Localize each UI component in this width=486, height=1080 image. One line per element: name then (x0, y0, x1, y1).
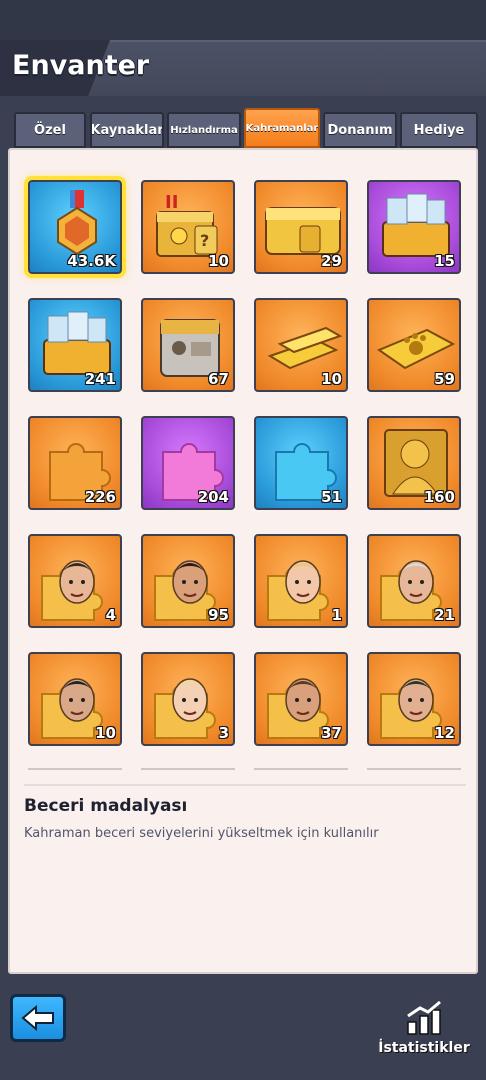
item-count: 29 (321, 252, 342, 270)
item-count: 204 (197, 488, 229, 506)
item-count: 10 (208, 252, 229, 270)
inventory-item[interactable]: 43.6K (24, 176, 126, 278)
item-count: 95 (208, 606, 229, 624)
inventory-item[interactable]: 4 (28, 534, 122, 628)
item-count: 226 (84, 488, 116, 506)
inventory-item[interactable]: 160 (367, 416, 461, 510)
inventory-panel: 43.6K II? 10 29 15 241 67 10 59 226 204 51 160 4 95 1 21… (8, 148, 478, 974)
tab-donanim[interactable]: Donanım (323, 112, 397, 148)
tab-bar: Özel Kaynaklar Hızlandırma Kahramanlar D… (14, 108, 478, 148)
arrow-left-icon (21, 1005, 54, 1031)
tab-hizlandirma[interactable]: Hızlandırma (167, 112, 241, 148)
inventory-item[interactable]: 1 (254, 534, 348, 628)
item-count: 241 (84, 370, 116, 388)
svg-text:II: II (165, 192, 178, 213)
tab-ozel[interactable]: Özel (14, 112, 86, 148)
inventory-item[interactable]: 59 (367, 298, 461, 392)
item-count: 37 (321, 724, 342, 742)
inventory-item[interactable]: 204 (141, 416, 235, 510)
row-separator (28, 768, 122, 770)
page-title: Envanter (12, 50, 150, 81)
item-count: 15 (434, 252, 455, 270)
item-description: Kahraman beceri seviyelerini yükseltmek … (24, 826, 379, 841)
item-count: 21 (434, 606, 455, 624)
row-separator (141, 768, 235, 770)
back-button[interactable] (10, 994, 66, 1042)
inventory-item[interactable]: 10 (28, 652, 122, 746)
inventory-item[interactable]: 21 (367, 534, 461, 628)
row-separator (367, 768, 461, 770)
inventory-item[interactable]: 12 (367, 652, 461, 746)
status-bar (0, 0, 486, 40)
item-count: 51 (321, 488, 342, 506)
inventory-item[interactable]: 37 (254, 652, 348, 746)
item-grid: 43.6K II? 10 29 15 241 67 10 59 226 204 51 160 4 95 1 21… (10, 150, 476, 770)
inventory-item[interactable]: 226 (28, 416, 122, 510)
item-count: 10 (321, 370, 342, 388)
item-count: 43.6K (67, 252, 116, 270)
inventory-item[interactable]: 95 (141, 534, 235, 628)
item-count: 10 (95, 724, 116, 742)
inventory-item[interactable]: II? 10 (141, 180, 235, 274)
item-count: 59 (434, 370, 455, 388)
tab-kaynaklar[interactable]: Kaynaklar (90, 112, 164, 148)
item-name: Beceri madalyası (24, 796, 188, 816)
inventory-item[interactable]: 15 (367, 180, 461, 274)
inventory-item[interactable]: 3 (141, 652, 235, 746)
item-count: 160 (423, 488, 455, 506)
inventory-item[interactable]: 241 (28, 298, 122, 392)
inventory-item[interactable]: 10 (254, 298, 348, 392)
item-count: 4 (105, 606, 116, 624)
inventory-item[interactable]: 51 (254, 416, 348, 510)
stats-chart-icon (407, 1000, 441, 1035)
item-count: 3 (218, 724, 229, 742)
statistics-label: İstatistikler (378, 1040, 470, 1056)
tab-kahramanlar[interactable]: Kahramanlar (244, 108, 320, 148)
tab-hediye[interactable]: Hediye (400, 112, 478, 148)
inventory-item[interactable]: 67 (141, 298, 235, 392)
item-count: 67 (208, 370, 229, 388)
row-separator (254, 768, 348, 770)
item-count: 1 (331, 606, 342, 624)
inventory-item[interactable]: 29 (254, 180, 348, 274)
description-divider (24, 784, 466, 786)
statistics-button[interactable]: İstatistikler (372, 1000, 476, 1070)
svg-text:?: ? (200, 231, 209, 250)
item-count: 12 (434, 724, 455, 742)
